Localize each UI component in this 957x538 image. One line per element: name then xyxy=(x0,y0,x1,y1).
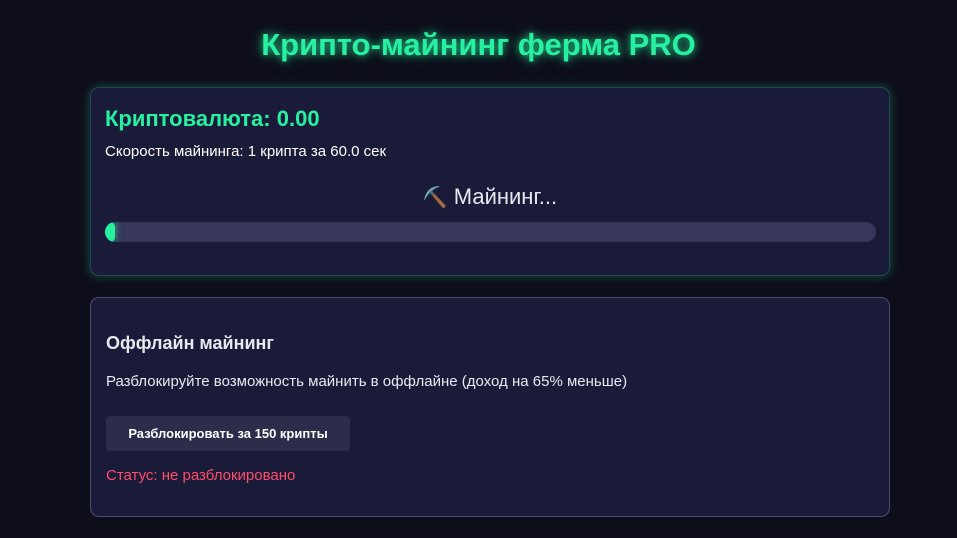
crypto-balance: Криптовалюта: 0.00 xyxy=(105,106,320,131)
pickaxe-icon: ⛏️ xyxy=(422,187,448,209)
offline-status: Статус: не разблокировано xyxy=(106,467,296,484)
mining-status: ⛏️ Майнинг... xyxy=(91,184,889,210)
offline-mining-description: Разблокируйте возможность майнить в оффл… xyxy=(106,373,628,390)
mining-progress-fill xyxy=(105,222,115,242)
mining-panel: Криптовалюта: 0.00 Скорость майнинга: 1 … xyxy=(90,87,890,276)
offline-mining-panel: Оффлайн майнинг Разблокируйте возможност… xyxy=(90,297,890,517)
page-title: Крипто-майнинг ферма PRO xyxy=(261,27,696,62)
offline-mining-title: Оффлайн майнинг xyxy=(106,333,274,353)
unlock-offline-button[interactable]: Разблокировать за 150 крипты xyxy=(106,416,350,451)
mining-progress-bar xyxy=(105,222,876,242)
mining-speed: Скорость майнинга: 1 крипта за 60.0 сек xyxy=(105,143,387,160)
mining-status-label: Майнинг... xyxy=(453,184,558,209)
